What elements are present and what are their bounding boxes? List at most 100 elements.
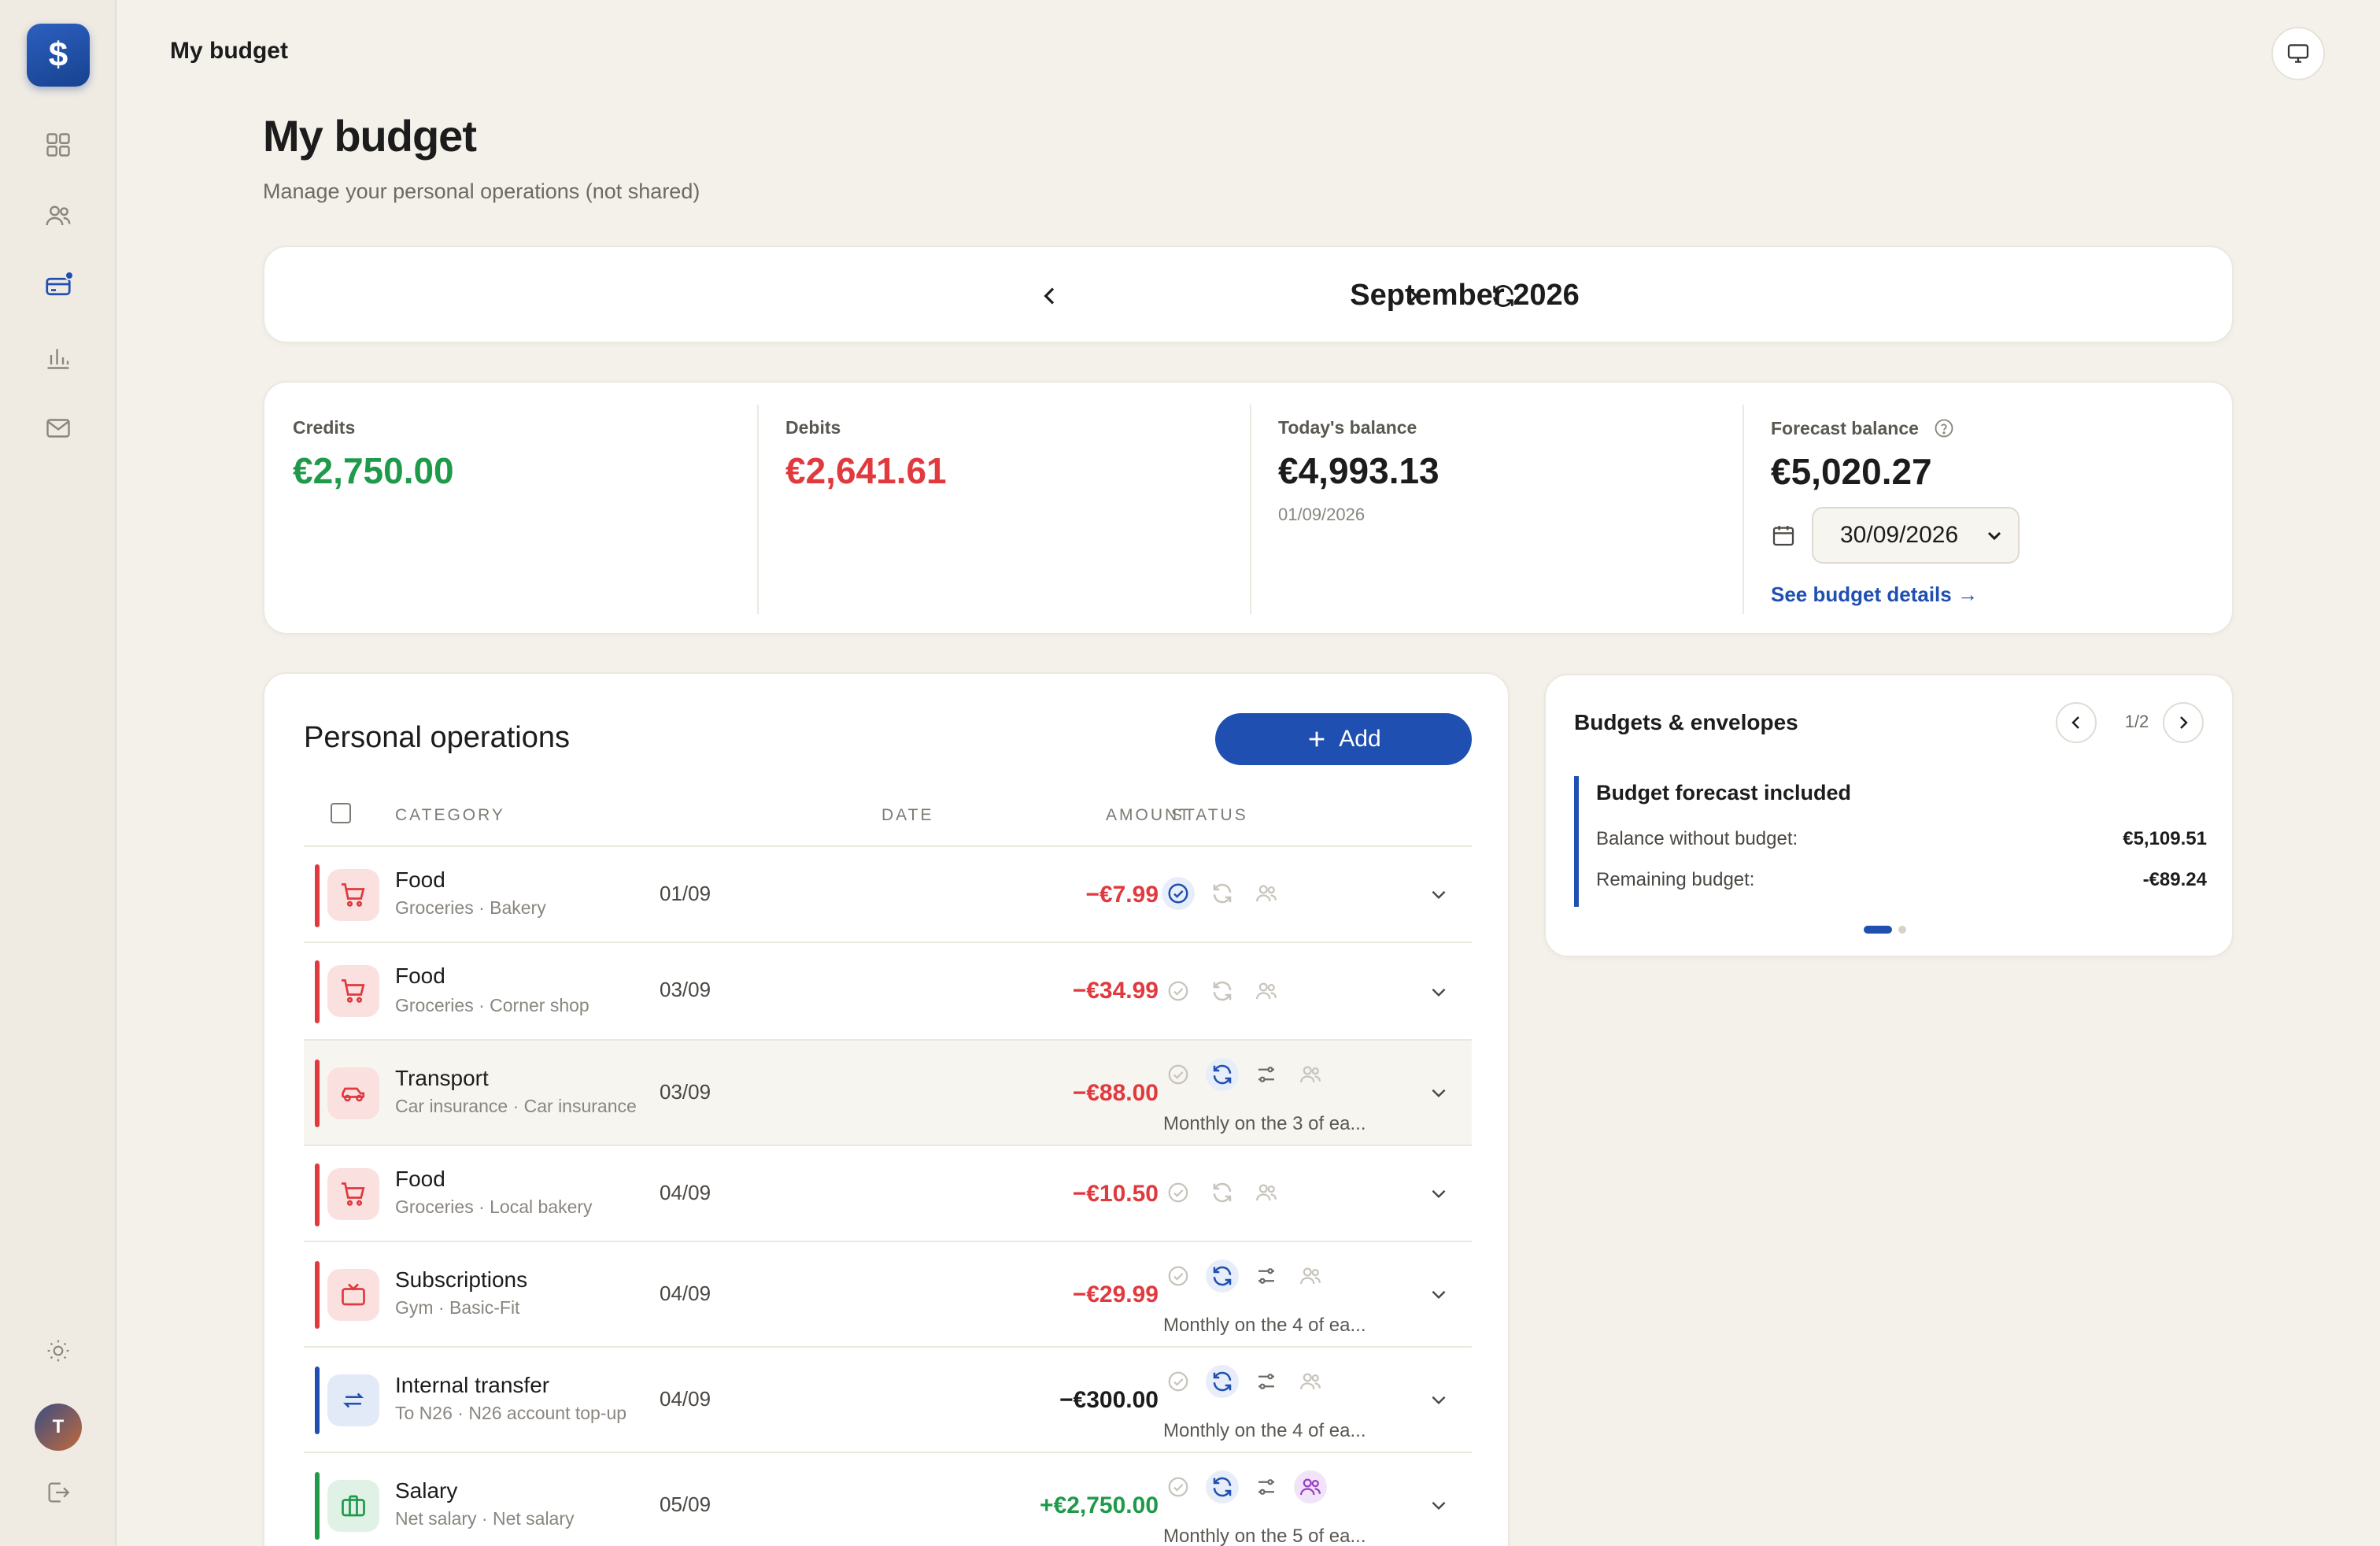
budgets-title: Budgets & envelopes bbox=[1574, 710, 1798, 734]
chevron-down-icon bbox=[1428, 1389, 1449, 1410]
select-all-checkbox[interactable] bbox=[331, 803, 351, 823]
expand-row-button[interactable] bbox=[1423, 878, 1454, 910]
expand-row-button[interactable] bbox=[1423, 1384, 1454, 1415]
balance-without-budget-label: Balance without budget: bbox=[1596, 828, 1798, 849]
chevron-right-icon bbox=[2174, 713, 2193, 732]
remaining-budget-value: -€89.24 bbox=[2142, 869, 2207, 890]
sliders-icon[interactable] bbox=[1250, 1058, 1283, 1091]
shared-users-icon[interactable] bbox=[1294, 1058, 1327, 1091]
balance-without-budget-value: €5,109.51 bbox=[2123, 828, 2207, 849]
avatar-initial: T bbox=[52, 1416, 65, 1437]
row-subcategory: To N26 · N26 account top-up bbox=[395, 1403, 627, 1423]
shared-users-icon[interactable] bbox=[1294, 1470, 1327, 1503]
unchecked-status-icon[interactable] bbox=[1162, 1365, 1195, 1398]
dashboard-grid-icon[interactable] bbox=[42, 129, 74, 161]
table-row[interactable]: Food Groceries · Bakery 01/09 −€7.99 bbox=[304, 845, 1472, 941]
page-title: My budget bbox=[263, 111, 477, 161]
budget-forecast-title: Budget forecast included bbox=[1596, 781, 1852, 804]
table-row[interactable]: Food Groceries · Corner shop 03/09 −€34.… bbox=[304, 941, 1472, 1039]
expand-row-button[interactable] bbox=[1423, 1178, 1454, 1209]
recurrence-note: Monthly on the 5 of ea... bbox=[1163, 1526, 1366, 1546]
recurring-icon[interactable] bbox=[1206, 1470, 1239, 1503]
display-toggle-button[interactable] bbox=[2271, 27, 2325, 80]
carousel-dot[interactable] bbox=[1898, 926, 1906, 934]
expand-row-button[interactable] bbox=[1423, 1489, 1454, 1521]
budgets-next-button[interactable] bbox=[2163, 702, 2204, 743]
row-category: Transport bbox=[395, 1066, 489, 1090]
debits-summary: Debits €2,641.61 bbox=[785, 405, 947, 614]
forecast-balance-label: Forecast balance bbox=[1771, 417, 1919, 438]
recurring-icon[interactable] bbox=[1206, 975, 1239, 1008]
help-icon[interactable] bbox=[1933, 417, 1955, 439]
shared-users-icon[interactable] bbox=[1250, 877, 1283, 910]
table-row[interactable]: Internal transfer To N26 · N26 account t… bbox=[304, 1346, 1472, 1452]
row-amount: −€29.99 bbox=[1072, 1282, 1159, 1307]
mail-icon[interactable] bbox=[42, 412, 74, 444]
previous-month-button[interactable] bbox=[1025, 271, 1075, 321]
theme-sun-icon[interactable] bbox=[42, 1335, 74, 1367]
sliders-icon[interactable] bbox=[1250, 1259, 1283, 1293]
unchecked-status-icon[interactable] bbox=[1162, 1176, 1195, 1209]
current-month: September 2026 bbox=[1350, 279, 1580, 312]
sliders-icon[interactable] bbox=[1250, 1470, 1283, 1503]
row-subcategory: Net salary · Net salary bbox=[395, 1508, 575, 1529]
budgets-previous-button[interactable] bbox=[2056, 702, 2097, 743]
unchecked-status-icon[interactable] bbox=[1162, 1058, 1195, 1091]
recurring-icon[interactable] bbox=[1206, 1365, 1239, 1398]
recurring-icon[interactable] bbox=[1206, 1058, 1239, 1091]
row-color-bar bbox=[315, 1367, 320, 1434]
recurring-icon[interactable] bbox=[1206, 1259, 1239, 1293]
next-month-button[interactable] bbox=[1387, 271, 1437, 321]
add-operation-button[interactable]: Add bbox=[1215, 713, 1472, 765]
budget-forecast-box: Budget forecast included Balance without… bbox=[1574, 776, 2207, 907]
see-budget-details-link[interactable]: See budget details → bbox=[1771, 583, 2212, 607]
expand-row-button[interactable] bbox=[1423, 976, 1454, 1008]
recurring-icon[interactable] bbox=[1206, 877, 1239, 910]
shared-users-icon[interactable] bbox=[1250, 975, 1283, 1008]
table-row[interactable]: Subscriptions Gym · Basic-Fit 04/09 −€29… bbox=[304, 1241, 1472, 1346]
unchecked-status-icon[interactable] bbox=[1162, 1259, 1195, 1293]
unchecked-status-icon[interactable] bbox=[1162, 1470, 1195, 1503]
row-color-bar bbox=[315, 1261, 320, 1329]
chevron-down-icon bbox=[1428, 982, 1449, 1002]
row-amount: −€300.00 bbox=[1059, 1387, 1159, 1413]
divider bbox=[757, 405, 759, 614]
row-color-bar bbox=[315, 1163, 320, 1226]
cart-icon bbox=[327, 965, 379, 1017]
users-icon[interactable] bbox=[42, 200, 74, 231]
table-row[interactable]: Transport Car insurance · Car insurance … bbox=[304, 1039, 1472, 1145]
carousel-dot-active[interactable] bbox=[1864, 926, 1892, 934]
unchecked-status-icon[interactable] bbox=[1162, 975, 1195, 1008]
today-balance-date: 01/09/2026 bbox=[1278, 505, 1366, 524]
recurring-icon[interactable] bbox=[1206, 1176, 1239, 1209]
card-icon[interactable] bbox=[42, 271, 74, 302]
row-color-bar bbox=[315, 864, 320, 927]
column-header-status[interactable]: STATUS bbox=[1171, 806, 1248, 825]
checked-status-icon[interactable] bbox=[1162, 877, 1195, 910]
expand-row-button[interactable] bbox=[1423, 1077, 1454, 1108]
row-category: Food bbox=[395, 1167, 445, 1191]
app-logo[interactable]: $ bbox=[27, 24, 90, 87]
column-header-date[interactable]: DATE bbox=[881, 806, 933, 825]
table-row[interactable]: Salary Net salary · Net salary 05/09 +€2… bbox=[304, 1452, 1472, 1546]
shared-users-icon[interactable] bbox=[1294, 1259, 1327, 1293]
table-row[interactable]: Food Groceries · Local bakery 04/09 −€10… bbox=[304, 1145, 1472, 1241]
row-color-bar bbox=[315, 960, 320, 1023]
debits-value: €2,641.61 bbox=[785, 450, 947, 491]
logout-icon[interactable] bbox=[42, 1477, 74, 1508]
sliders-icon[interactable] bbox=[1250, 1365, 1283, 1398]
transfer-icon bbox=[327, 1374, 379, 1426]
shared-users-icon[interactable] bbox=[1294, 1365, 1327, 1398]
bar-chart-icon[interactable] bbox=[42, 342, 74, 373]
forecast-date-value: 30/09/2026 bbox=[1840, 522, 1959, 548]
expand-row-button[interactable] bbox=[1423, 1278, 1454, 1310]
budgets-envelopes-card: Budgets & envelopes 1/2 Budget forecast … bbox=[1544, 674, 2234, 957]
column-header-category[interactable]: CATEGORY bbox=[395, 806, 505, 825]
row-subcategory: Groceries · Corner shop bbox=[395, 995, 589, 1015]
forecast-date-select[interactable]: 30/09/2026 bbox=[1812, 507, 2020, 564]
shared-users-icon[interactable] bbox=[1250, 1176, 1283, 1209]
avatar[interactable]: T bbox=[35, 1404, 82, 1451]
refresh-button[interactable] bbox=[1478, 271, 1528, 321]
carousel-dots bbox=[1864, 926, 1906, 934]
remaining-budget-label: Remaining budget: bbox=[1596, 869, 1755, 890]
